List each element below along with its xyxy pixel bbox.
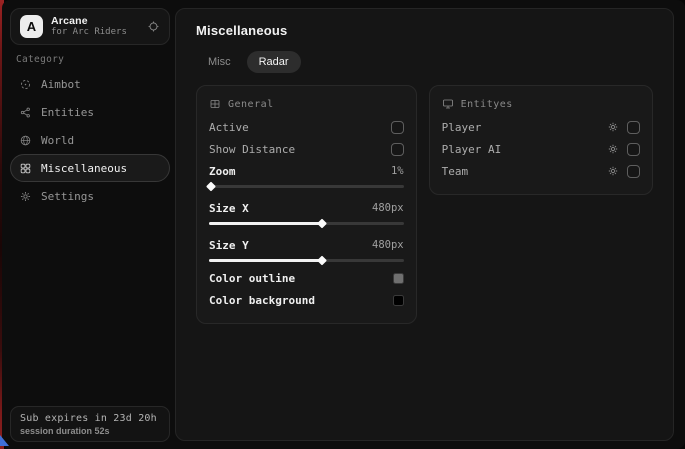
sidebar-item-label: Entities	[41, 106, 94, 119]
general-card-title: General	[228, 99, 274, 110]
row-player-ai: Player AI	[442, 138, 640, 160]
cards-row: General Active Show Distance Zoom 1%	[196, 85, 653, 324]
app-name: Arcane	[51, 15, 139, 27]
sidebar: A Arcane for Arc Riders Category Aimbot …	[2, 0, 174, 449]
sidebar-item-label: Settings	[41, 190, 94, 203]
gear-icon[interactable]	[607, 165, 619, 177]
row-show-distance: Show Distance	[209, 138, 404, 160]
account-card: A Arcane for Arc Riders	[10, 8, 170, 45]
zoom-slider[interactable]	[209, 182, 404, 191]
row-size-y: Size Y 480px	[209, 234, 404, 256]
row-label: Size X	[209, 202, 249, 215]
page-title: Miscellaneous	[196, 23, 653, 38]
gear-icon[interactable]	[607, 121, 619, 133]
row-label: Player	[442, 121, 482, 134]
row-zoom: Zoom 1%	[209, 160, 404, 182]
entities-card-header: Entityes	[442, 98, 640, 110]
player-checkbox[interactable]	[627, 121, 640, 134]
sidebar-item-label: World	[41, 134, 74, 147]
player-ai-checkbox[interactable]	[627, 143, 640, 156]
slider-handle[interactable]	[317, 219, 327, 229]
color-outline-swatch[interactable]	[393, 273, 404, 284]
monitor-icon	[442, 98, 454, 110]
slider-fill	[209, 222, 322, 225]
row-team: Team	[442, 160, 640, 182]
account-text: Arcane for Arc Riders	[51, 15, 139, 37]
row-label: Size Y	[209, 239, 249, 252]
tab-misc[interactable]: Misc	[196, 51, 243, 73]
globe-icon	[19, 134, 32, 147]
orbit-icon	[19, 106, 32, 119]
general-card: General Active Show Distance Zoom 1%	[196, 85, 417, 324]
row-label: Active	[209, 121, 249, 134]
entities-card: Entityes Player Player AI	[429, 85, 653, 195]
sidebar-item-entities[interactable]: Entities	[10, 98, 170, 126]
tab-radar[interactable]: Radar	[247, 51, 301, 73]
grid-icon	[19, 162, 32, 175]
desktop-cursor-fragment	[0, 435, 9, 446]
table-icon	[209, 98, 221, 110]
active-checkbox[interactable]	[391, 121, 404, 134]
app-subtitle: for Arc Riders	[51, 27, 139, 37]
row-player: Player	[442, 116, 640, 138]
row-active: Active	[209, 116, 404, 138]
color-background-swatch[interactable]	[393, 295, 404, 306]
row-color-background: Color background	[209, 289, 404, 311]
sidebar-item-aimbot[interactable]: Aimbot	[10, 70, 170, 98]
subscription-expiry: Sub expires in 23d 20h	[20, 413, 160, 424]
slider-handle[interactable]	[206, 182, 216, 192]
entities-card-title: Entityes	[461, 99, 513, 110]
slider-track	[209, 185, 404, 188]
sidebar-item-world[interactable]: World	[10, 126, 170, 154]
app-window: A Arcane for Arc Riders Category Aimbot …	[2, 0, 685, 449]
size-x-value: 480px	[372, 202, 404, 214]
category-label: Category	[16, 54, 64, 65]
tab-bar: Misc Radar	[196, 51, 653, 73]
row-color-outline: Color outline	[209, 267, 404, 289]
target-icon[interactable]	[147, 20, 160, 33]
row-label: Zoom	[209, 165, 236, 178]
row-label: Color background	[209, 294, 315, 307]
general-card-header: General	[209, 98, 404, 110]
size-y-slider[interactable]	[209, 256, 404, 265]
row-label: Team	[442, 165, 469, 178]
show-distance-checkbox[interactable]	[391, 143, 404, 156]
row-label: Color outline	[209, 272, 295, 285]
team-checkbox[interactable]	[627, 165, 640, 178]
crosshair-icon	[19, 78, 32, 91]
slider-handle[interactable]	[317, 256, 327, 266]
sidebar-item-label: Aimbot	[41, 78, 81, 91]
gear-icon	[19, 190, 32, 203]
zoom-value: 1%	[391, 165, 404, 177]
main-panel: Miscellaneous Misc Radar General Active …	[175, 8, 674, 441]
session-duration: session duration 52s	[20, 426, 160, 436]
slider-fill	[209, 259, 322, 262]
category-nav: Aimbot Entities World Miscellaneous Sett…	[10, 70, 170, 210]
row-label: Player AI	[442, 143, 502, 156]
subscription-card: Sub expires in 23d 20h session duration …	[10, 406, 170, 442]
sidebar-item-label: Miscellaneous	[41, 162, 127, 175]
sidebar-item-settings[interactable]: Settings	[10, 182, 170, 210]
app-logo: A	[20, 15, 43, 38]
size-x-slider[interactable]	[209, 219, 404, 228]
row-size-x: Size X 480px	[209, 197, 404, 219]
size-y-value: 480px	[372, 239, 404, 251]
gear-icon[interactable]	[607, 143, 619, 155]
sidebar-item-miscellaneous[interactable]: Miscellaneous	[10, 154, 170, 182]
row-label: Show Distance	[209, 143, 295, 156]
